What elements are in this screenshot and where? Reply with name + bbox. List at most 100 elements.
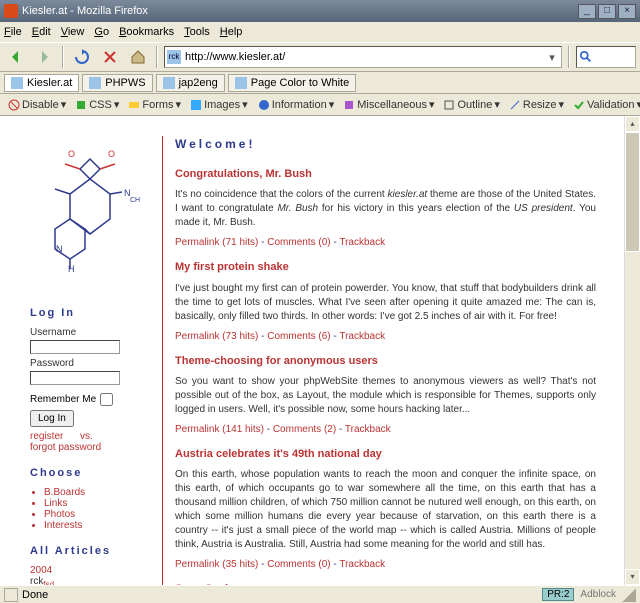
choose-interests[interactable]: Interests <box>44 520 82 531</box>
window-title: Kiesler.at - Mozilla Firefox <box>22 5 578 17</box>
site-favicon: rck <box>167 50 181 64</box>
login-button[interactable]: Log In <box>30 410 74 427</box>
close-button[interactable]: × <box>618 4 636 19</box>
forgot-password-link[interactable]: forgot password <box>30 442 101 453</box>
dev-resize[interactable]: Resize▾ <box>505 97 568 112</box>
svg-text:H: H <box>68 264 75 274</box>
forward-button[interactable] <box>32 46 56 68</box>
tab-pagecolor[interactable]: Page Color to White <box>228 74 356 92</box>
menu-file[interactable]: File <box>4 26 22 38</box>
webdev-toolbar: Disable▾ CSS▾ Forms▾ Images▾ Information… <box>0 94 640 116</box>
scroll-up-button[interactable]: ▴ <box>625 116 640 132</box>
status-icon <box>4 588 18 602</box>
post-body: It's no coincidence that the colors of t… <box>175 188 596 230</box>
username-label: Username <box>30 327 150 338</box>
post-meta: Permalink (35 hits) - Comments (0) - Tra… <box>175 558 596 572</box>
trackback-link[interactable]: Trackback <box>339 331 385 342</box>
status-bar: Done PR:2 Adblock <box>0 585 640 603</box>
tab-bar: Kiesler.at PHPWS jap2eng Page Color to W… <box>0 72 640 94</box>
post-body: On this earth, whose population wants to… <box>175 468 596 552</box>
permalink[interactable]: Permalink (73 hits) <box>175 331 258 342</box>
dev-information[interactable]: Information▾ <box>254 97 339 112</box>
dev-images[interactable]: Images▾ <box>186 97 252 112</box>
post-title[interactable]: Austria celebrates it's 49th national da… <box>175 447 596 462</box>
tab-kiesler[interactable]: Kiesler.at <box>4 74 79 92</box>
maximize-button[interactable]: □ <box>598 4 616 19</box>
comments-link[interactable]: Comments (2) <box>273 424 336 435</box>
dev-disable[interactable]: Disable▾ <box>4 97 70 112</box>
choose-photos[interactable]: Photos <box>44 509 75 520</box>
password-label: Password <box>30 358 150 369</box>
trackback-link[interactable]: Trackback <box>345 424 391 435</box>
search-icon <box>579 50 593 64</box>
menu-bar: File Edit View Go Bookmarks Tools Help <box>0 22 640 42</box>
molecule-logo: O O N CH₃ N H <box>30 144 140 274</box>
all-articles-heading: All Articles <box>30 545 150 557</box>
choose-links[interactable]: Links <box>44 498 67 509</box>
resize-grip[interactable] <box>622 588 636 602</box>
register-link[interactable]: register <box>30 431 63 442</box>
reload-button[interactable] <box>70 46 94 68</box>
permalink[interactable]: Permalink (71 hits) <box>175 237 258 248</box>
firefox-icon <box>4 4 18 18</box>
menu-go[interactable]: Go <box>94 26 109 38</box>
sidebar: O O N CH₃ N H Log In Username Password R… <box>30 136 150 585</box>
password-input[interactable] <box>30 371 120 385</box>
search-box[interactable] <box>576 46 636 68</box>
choose-heading: Choose <box>30 467 150 479</box>
tab-jap2eng[interactable]: jap2eng <box>156 74 225 92</box>
home-button[interactable] <box>126 46 150 68</box>
back-button[interactable] <box>4 46 28 68</box>
stop-button[interactable] <box>98 46 122 68</box>
window-titlebar: Kiesler.at - Mozilla Firefox _ □ × <box>0 0 640 22</box>
url-input[interactable] <box>185 51 545 63</box>
menu-edit[interactable]: Edit <box>32 26 51 38</box>
post-meta: Permalink (71 hits) - Comments (0) - Tra… <box>175 236 596 250</box>
menu-view[interactable]: View <box>61 26 85 38</box>
year-link[interactable]: 2004 <box>30 565 52 576</box>
choose-bboards[interactable]: B.Boards <box>44 487 85 498</box>
trackback-link[interactable]: Trackback <box>339 237 385 248</box>
post-body: So you want to show your phpWebSite them… <box>175 375 596 417</box>
rck-tag: rckfsd <box>30 576 150 585</box>
pagerank-badge[interactable]: PR:2 <box>542 588 574 601</box>
username-input[interactable] <box>30 340 120 354</box>
post-meta: Permalink (73 hits) - Comments (6) - Tra… <box>175 330 596 344</box>
trackback-link[interactable]: Trackback <box>339 559 385 570</box>
nav-toolbar: rck ▾ <box>0 42 640 72</box>
dev-validation[interactable]: Validation▾ <box>569 97 640 112</box>
permalink[interactable]: Permalink (35 hits) <box>175 559 258 570</box>
adblock-label[interactable]: Adblock <box>580 589 616 600</box>
dev-css[interactable]: CSS▾ <box>71 97 123 112</box>
dev-forms[interactable]: Forms▾ <box>124 97 185 112</box>
menu-help[interactable]: Help <box>220 26 243 38</box>
comments-link[interactable]: Comments (6) <box>267 331 330 342</box>
login-heading: Log In <box>30 307 150 319</box>
post-title[interactable]: My first protein shake <box>175 260 596 275</box>
comments-link[interactable]: Comments (0) <box>267 559 330 570</box>
dev-outline[interactable]: Outline▾ <box>439 97 503 112</box>
dev-misc[interactable]: Miscellaneous▾ <box>339 97 438 112</box>
post-title[interactable]: Sony Sucks <box>175 582 596 585</box>
svg-text:O: O <box>108 149 115 159</box>
page-viewport: O O N CH₃ N H Log In Username Password R… <box>0 116 640 585</box>
post-title[interactable]: Congratulations, Mr. Bush <box>175 167 596 182</box>
url-bar[interactable]: rck ▾ <box>164 46 562 68</box>
choose-list: B.Boards Links Photos Interests <box>44 487 150 531</box>
menu-bookmarks[interactable]: Bookmarks <box>119 26 174 38</box>
post-body: I've just bought my first can of protein… <box>175 282 596 324</box>
post-title[interactable]: Theme-choosing for anonymous users <box>175 354 596 369</box>
vertical-scrollbar[interactable]: ▴ ▾ <box>624 116 640 585</box>
tab-phpws[interactable]: PHPWS <box>82 74 152 92</box>
url-dropdown-icon[interactable]: ▾ <box>545 51 559 64</box>
minimize-button[interactable]: _ <box>578 4 596 19</box>
divider <box>162 136 163 585</box>
scroll-thumb[interactable] <box>625 132 640 252</box>
permalink[interactable]: Permalink (141 hits) <box>175 424 264 435</box>
menu-tools[interactable]: Tools <box>184 26 210 38</box>
comments-link[interactable]: Comments (0) <box>267 237 330 248</box>
main-content: Welcome! Congratulations, Mr. BushIt's n… <box>175 136 604 585</box>
scroll-down-button[interactable]: ▾ <box>625 569 640 585</box>
remember-checkbox[interactable] <box>100 393 113 406</box>
remember-label: Remember Me <box>30 394 96 405</box>
